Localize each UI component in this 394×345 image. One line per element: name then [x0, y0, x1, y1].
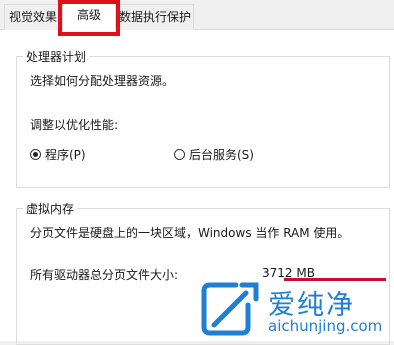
processor-scheduling-legend: 处理器计划 [26, 50, 87, 64]
adjust-for-label: 调整以优化性能: [30, 118, 119, 132]
tab-visual-effects[interactable]: 视觉效果 [4, 4, 62, 30]
radio-background-services-dot[interactable] [174, 149, 185, 160]
tab-advanced[interactable]: 高级 [62, 2, 116, 31]
tab-strip: 视觉效果 高级 数据执行保护 [0, 0, 394, 36]
red-underline-annotation [284, 278, 386, 281]
radio-programs-label: 程序(P) [45, 148, 86, 162]
radio-programs[interactable]: 程序(P) [30, 146, 86, 163]
radio-background-services[interactable]: 后台服务(S) [174, 146, 254, 163]
watermark-logo-icon [201, 282, 259, 336]
radio-programs-dot[interactable] [30, 149, 41, 160]
virtual-memory-description: 分页文件是硬盘上的一块区域，Windows 当作 RAM 使用。 [30, 226, 350, 240]
processor-description: 选择如何分配处理器资源。 [30, 74, 175, 88]
paging-file-total-label: 所有驱动器总分页文件大小: [30, 268, 179, 282]
virtual-memory-legend: 虚拟内存 [26, 202, 75, 216]
watermark-url: aichunjing.com [268, 317, 383, 335]
radio-background-services-label: 后台服务(S) [189, 148, 254, 162]
tab-data-execution-prevention[interactable]: 数据执行保护 [116, 4, 194, 30]
